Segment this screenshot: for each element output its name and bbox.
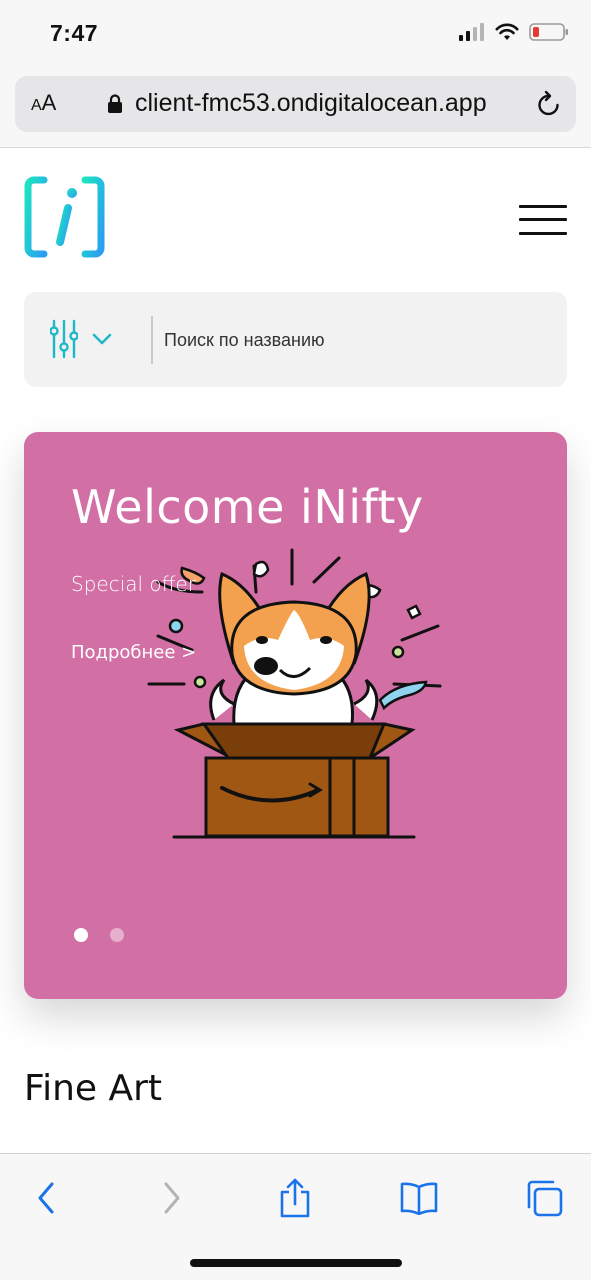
carousel-dot-2[interactable]: [110, 928, 124, 942]
text-size-small-label: A: [31, 97, 42, 114]
address-bar[interactable]: AA client-fmc53.ondigitalocean.app: [15, 76, 576, 132]
section-title: Fine Art: [24, 1068, 163, 1109]
text-size-large-label: A: [41, 90, 57, 115]
search-divider: [151, 316, 153, 364]
cellular-signal-icon: [459, 23, 484, 41]
back-button[interactable]: [24, 1178, 68, 1218]
back-icon: [38, 1182, 54, 1214]
browser-chrome: AA client-fmc53.ondigitalocean.app: [0, 70, 591, 148]
tabs-icon: [527, 1180, 563, 1217]
bookmarks-icon: [400, 1182, 438, 1215]
carousel-dot-1[interactable]: [74, 928, 88, 942]
inifty-logo[interactable]: [24, 176, 105, 258]
banner-title: Welcome iNifty: [71, 480, 424, 534]
forward-button[interactable]: [150, 1178, 194, 1218]
bookmarks-button[interactable]: [397, 1178, 441, 1218]
hamburger-menu-icon[interactable]: [519, 205, 567, 237]
home-indicator[interactable]: [190, 1259, 402, 1267]
forward-icon: [164, 1182, 180, 1214]
banner-more-link[interactable]: Подробнее >: [71, 642, 196, 663]
promo-banner[interactable]: Welcome iNifty Special offer Подробнее >: [24, 432, 567, 999]
sliders-icon: [50, 319, 78, 359]
wifi-icon: [495, 23, 519, 40]
battery-low-icon: [529, 23, 568, 41]
reload-icon[interactable]: [536, 90, 562, 118]
search-bar: [24, 292, 567, 387]
status-icons: [459, 22, 569, 42]
tabs-button[interactable]: [522, 1178, 566, 1218]
url-text[interactable]: client-fmc53.ondigitalocean.app: [135, 89, 525, 118]
search-input[interactable]: [164, 322, 544, 358]
status-bar: 7:47: [0, 0, 591, 70]
banner-subtitle: Special offer: [71, 572, 196, 596]
carousel-dots: [74, 928, 124, 942]
share-button[interactable]: [273, 1178, 317, 1218]
lock-icon: [108, 94, 122, 113]
share-icon: [280, 1178, 310, 1218]
filter-dropdown-button[interactable]: [50, 316, 120, 362]
chevron-down-icon: [92, 333, 112, 345]
text-size-button[interactable]: AA: [31, 90, 56, 116]
status-time: 7:47: [50, 20, 99, 46]
